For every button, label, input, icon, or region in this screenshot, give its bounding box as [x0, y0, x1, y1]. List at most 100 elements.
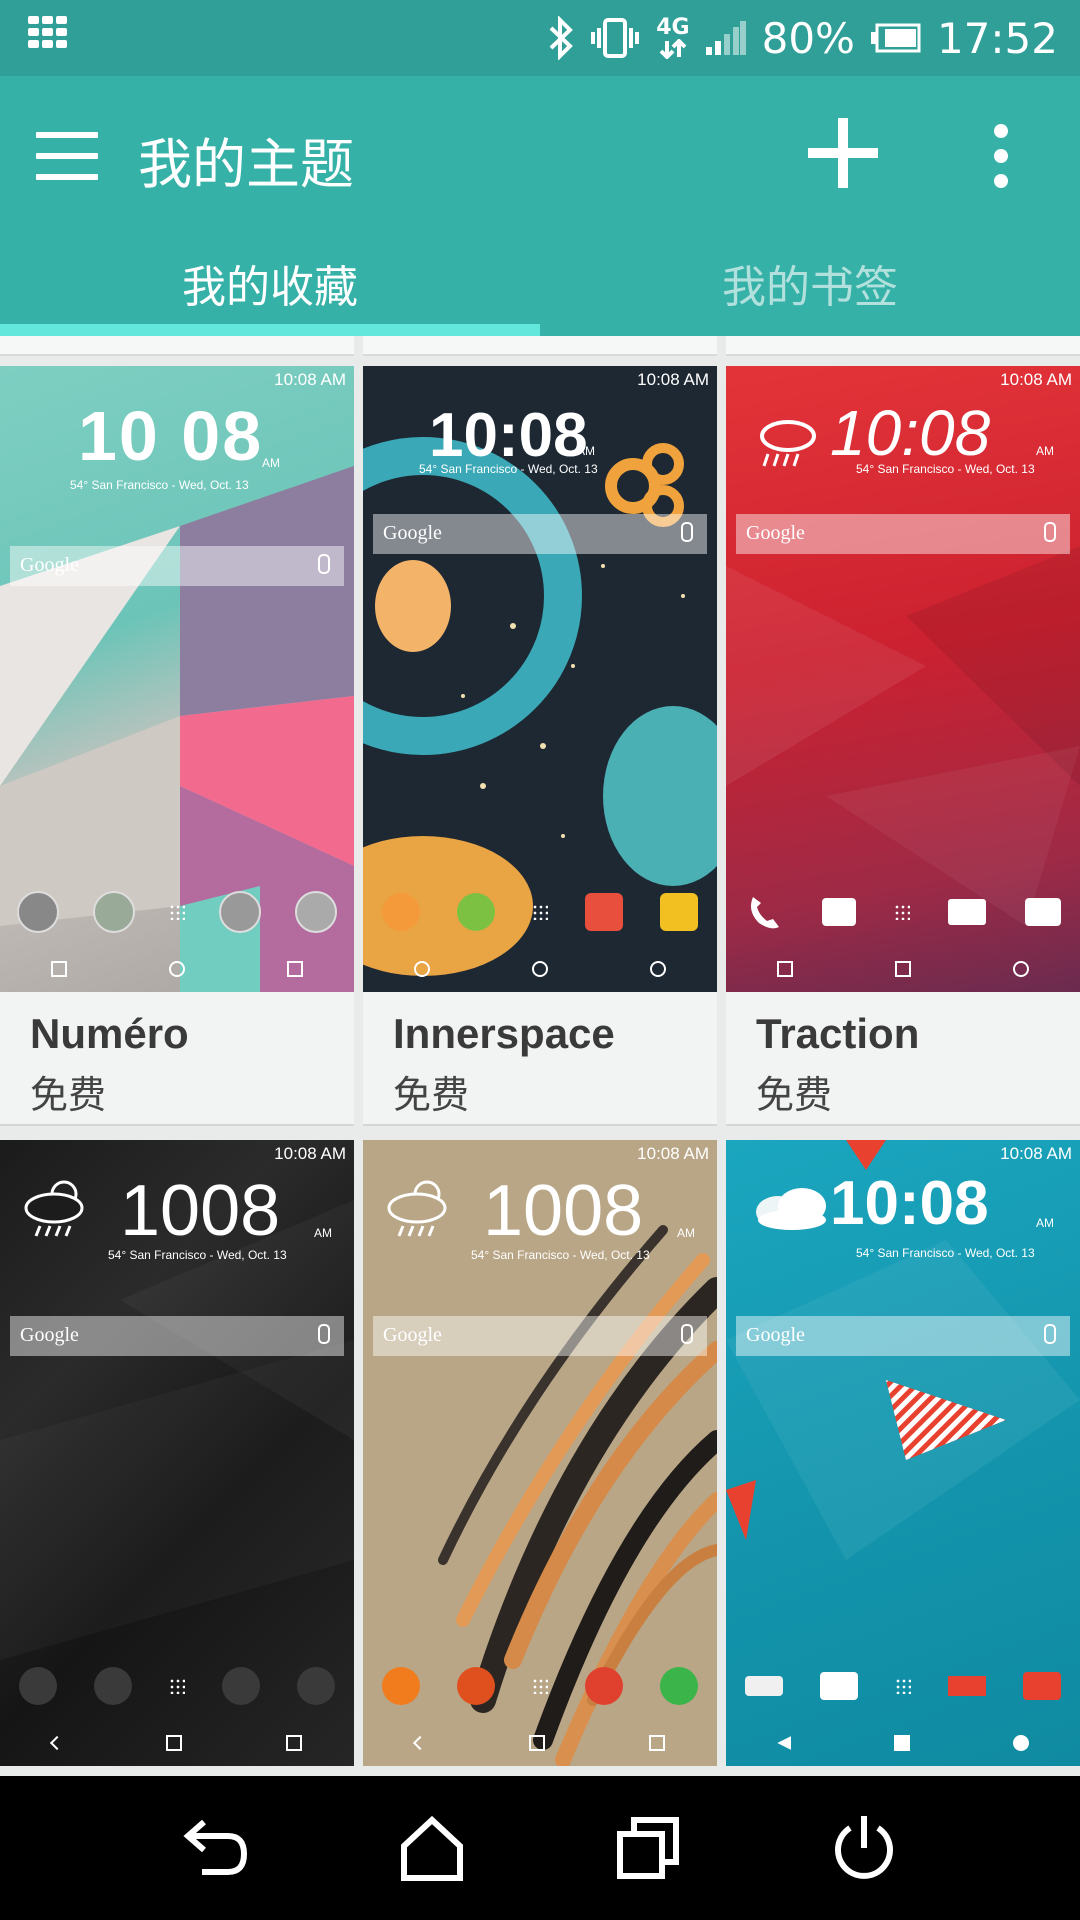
theme-card-numero[interactable]: 10:08 AM 10 08 AM 54° San Francisco - We… [0, 366, 354, 1126]
theme-price: 免费 [30, 1073, 107, 1117]
theme-name: Traction [756, 1010, 920, 1057]
theme-preview: 10:08 AM 10 08 AM 54° San Francisco - We… [0, 366, 354, 992]
preview-dock [0, 884, 354, 940]
preview-am: AM [262, 456, 280, 470]
preview-status-time: 10:08 AM [637, 370, 709, 389]
theme-card-traction[interactable]: 10:08 AM 10:08 AM 54° San Francisco - We… [726, 366, 1080, 1126]
tab-label: 我的收藏 [182, 262, 358, 313]
preview-navbar [363, 954, 717, 984]
signal-icon [705, 21, 746, 55]
preview-am: AM [314, 1226, 332, 1240]
plus-icon[interactable] [808, 118, 878, 188]
preview-search-label: Google [746, 522, 805, 544]
preview-search-label: Google [746, 1324, 805, 1346]
tab-bar: 我的收藏 我的书签 [0, 240, 1080, 336]
theme-caption: Innerspace 免费 [363, 992, 717, 1126]
preview-location: 54° San Francisco - Wed, Oct. 13 [856, 1246, 1035, 1260]
clock: 17:52 [936, 13, 1058, 63]
preview-am: AM [677, 1226, 695, 1240]
theme-card-feather[interactable]: 10:08 AM 1008 AM 54° San Francisco - Wed… [363, 1140, 717, 1776]
card-edge [363, 336, 717, 356]
preview-search-label: Google [20, 1324, 79, 1346]
preview-navbar [0, 954, 354, 984]
preview-am: AM [1036, 444, 1054, 458]
preview-location: 54° San Francisco - Wed, Oct. 13 [419, 462, 598, 476]
partly-cloudy-icon [383, 1174, 459, 1244]
preview-search: Google [736, 1316, 1070, 1356]
preview-status-time: 10:08 AM [1000, 1144, 1072, 1163]
preview-dock [363, 1658, 717, 1714]
tab-favorites[interactable]: 我的收藏 [0, 240, 540, 336]
preview-search: Google [736, 514, 1070, 554]
hamburger-icon[interactable] [36, 132, 98, 182]
bluetooth-icon [548, 16, 574, 60]
status-bar: 4G 80% 17:52 [0, 0, 1080, 76]
preview-am: AM [1036, 1216, 1054, 1230]
theme-preview: 10:08 AM 10:08 AM 54° San Francisco - We… [726, 1140, 1080, 1766]
theme-name: Innerspace [393, 1010, 615, 1057]
preview-dock [726, 884, 1080, 940]
preview-search-label: Google [20, 554, 79, 576]
back-icon[interactable] [174, 1806, 258, 1890]
theme-preview: 10:08 AM 1008 AM 54° San Francisco - Wed… [363, 1140, 717, 1766]
battery-icon [870, 23, 921, 53]
preview-dock [0, 1658, 354, 1714]
preview-clock: 1008 [120, 1171, 281, 1251]
theme-price: 免费 [393, 1073, 470, 1117]
card-edge [726, 336, 1080, 356]
preview-search: Google [10, 1316, 344, 1356]
theme-card-teal[interactable]: 10:08 AM 10:08 AM 54° San Francisco - We… [726, 1140, 1080, 1776]
preview-status-time: 10:08 AM [274, 1144, 346, 1163]
preview-clock: 10 08 [78, 397, 264, 475]
preview-clock: 1008 [483, 1171, 644, 1251]
battery-percent: 80% [761, 13, 855, 63]
preview-am: AM [577, 444, 595, 458]
preview-navbar [726, 1728, 1080, 1758]
theme-name: Numéro [30, 1010, 189, 1057]
theme-card-dark[interactable]: 10:08 AM 1008 AM 54° San Francisco - Wed… [0, 1140, 354, 1776]
preview-clock: 10:08 [830, 1169, 989, 1238]
preview-location: 54° San Francisco - Wed, Oct. 13 [471, 1248, 650, 1262]
tab-indicator [0, 324, 540, 336]
theme-caption: Numéro 免费 [0, 992, 354, 1126]
preview-navbar [726, 954, 1080, 984]
theme-grid: 10:08 AM 10 08 AM 54° San Francisco - We… [0, 336, 1080, 1776]
preview-search: Google [373, 514, 707, 554]
action-bar: 我的主题 [0, 76, 1080, 240]
preview-location: 54° San Francisco - Wed, Oct. 13 [856, 462, 1035, 476]
rain-cloud-icon [756, 416, 820, 474]
vibrate-icon [590, 16, 640, 60]
theme-caption: Traction 免费 [726, 992, 1080, 1126]
tab-bookmarks[interactable]: 我的书签 [540, 240, 1080, 336]
network-label: 4G [656, 15, 690, 40]
overflow-icon[interactable] [986, 124, 1016, 188]
system-navbar [0, 1776, 1080, 1920]
preview-search: Google [10, 546, 344, 586]
theme-price: 免费 [756, 1073, 833, 1117]
network-type: 4G [656, 15, 690, 59]
card-edge [0, 336, 354, 356]
theme-preview: 10:08 AM 10:08 AM 54° San Francisco - We… [363, 366, 717, 992]
phone-icon [745, 893, 783, 931]
preview-search: Google [373, 1316, 707, 1356]
power-icon[interactable] [822, 1806, 906, 1890]
page-title: 我的主题 [138, 133, 354, 196]
preview-status-time: 10:08 AM [637, 1144, 709, 1163]
tab-label: 我的书签 [722, 262, 898, 313]
cloud-icon [748, 1184, 834, 1238]
home-icon[interactable] [390, 1806, 474, 1890]
theme-card-innerspace[interactable]: 10:08 AM 10:08 AM 54° San Francisco - We… [363, 366, 717, 1126]
preview-search-label: Google [383, 1324, 442, 1346]
theme-preview: 10:08 AM 10:08 AM 54° San Francisco - We… [726, 366, 1080, 992]
preview-navbar [0, 1728, 354, 1758]
theme-preview: 10:08 AM 1008 AM 54° San Francisco - Wed… [0, 1140, 354, 1766]
bbm-icon [28, 16, 68, 54]
preview-clock: 10:08 [429, 401, 588, 470]
preview-status-time: 10:08 AM [274, 370, 346, 389]
preview-clock: 10:08 [830, 397, 991, 469]
preview-search-label: Google [383, 522, 442, 544]
preview-status-time: 10:08 AM [1000, 370, 1072, 389]
preview-location: 54° San Francisco - Wed, Oct. 13 [108, 1248, 287, 1262]
preview-dock [363, 884, 717, 940]
recents-icon[interactable] [606, 1806, 690, 1890]
